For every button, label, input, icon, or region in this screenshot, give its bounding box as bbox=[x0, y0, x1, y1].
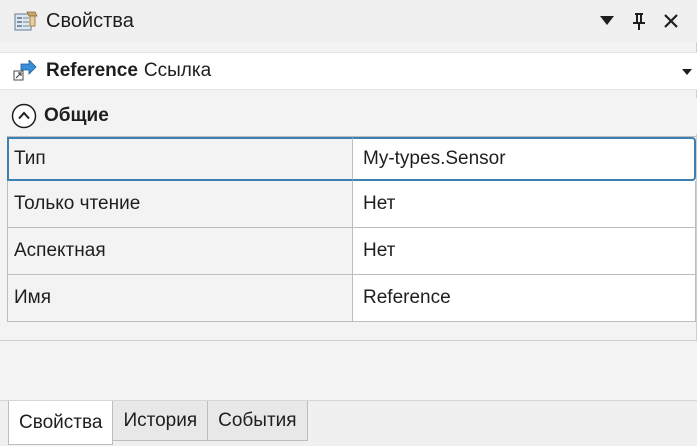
property-name: Тип bbox=[7, 137, 353, 181]
description-area bbox=[0, 340, 697, 401]
object-type: Ссылка bbox=[143, 60, 212, 81]
property-name: Аспектная bbox=[7, 228, 353, 274]
category-label: Общие bbox=[44, 105, 109, 126]
chevron-up-circle-icon[interactable] bbox=[10, 102, 38, 130]
property-value-field[interactable]: Нет bbox=[353, 181, 696, 227]
panel-title-bar: Свойства bbox=[0, 0, 697, 42]
title-controls bbox=[591, 0, 687, 42]
property-name: Имя bbox=[7, 275, 353, 321]
close-icon[interactable] bbox=[655, 5, 687, 37]
property-row-name[interactable]: Имя Reference bbox=[7, 275, 696, 322]
property-row-readonly[interactable]: Только чтение Нет bbox=[7, 181, 696, 228]
triangle-down-icon[interactable] bbox=[591, 5, 623, 37]
object-dropdown-icon[interactable] bbox=[679, 61, 695, 83]
object-name: Reference bbox=[46, 60, 138, 81]
property-row-type[interactable]: Тип My-types.Sensor bbox=[7, 137, 696, 181]
pin-icon[interactable] bbox=[623, 5, 655, 37]
category-header: Общие bbox=[0, 98, 697, 134]
property-grid: Тип My-types.Sensor Только чтение Нет Ас… bbox=[7, 136, 696, 322]
tab-properties[interactable]: Свойства bbox=[8, 401, 114, 445]
tab-events[interactable]: События bbox=[208, 401, 308, 441]
properties-panel: Свойства Reference Ссылка Общие Тип My-t… bbox=[0, 0, 697, 446]
property-name: Только чтение bbox=[7, 181, 353, 227]
property-value-field[interactable]: Reference bbox=[353, 275, 696, 321]
property-row-aspect[interactable]: Аспектная Нет bbox=[7, 228, 696, 275]
object-selector[interactable]: Reference Ссылка bbox=[0, 52, 697, 90]
panel-title: Свойства bbox=[46, 9, 134, 32]
bottom-tabs: Свойства История События bbox=[0, 400, 697, 446]
property-value-field[interactable]: My-types.Sensor bbox=[353, 137, 696, 181]
reference-arrow-icon bbox=[12, 59, 38, 83]
property-value-field[interactable]: Нет bbox=[353, 228, 696, 274]
tab-history[interactable]: История bbox=[113, 401, 209, 441]
properties-window-icon bbox=[12, 9, 40, 33]
